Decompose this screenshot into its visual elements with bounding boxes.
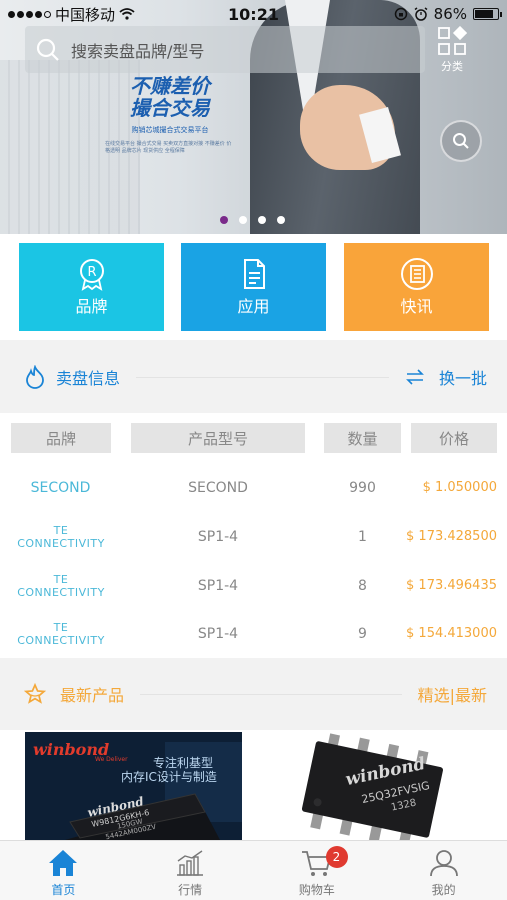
nav-home-label: 首页 [51,883,76,897]
tile-news-label: 快讯 [400,297,433,316]
column-header-brand: 品牌 [11,423,111,453]
carousel-dots [220,216,285,224]
nav-home[interactable]: 首页 [0,841,127,900]
new-products-title: 最新产品 [60,686,125,705]
alarm-icon [414,7,428,21]
table-row[interactable]: TE CONNECTIVITY SP1-4 9 $ 154.413000 [0,609,507,658]
search-placeholder: 搜索卖盘品牌/型号 [71,41,205,61]
r-badge-icon: R [79,259,104,291]
nav-me-label: 我的 [431,883,456,897]
nav-me[interactable]: 我的 [380,841,507,900]
product-card[interactable]: winbond 25Q32FVSIG 1328 [267,732,484,840]
featured-latest-links[interactable]: 精选|最新 [418,682,487,706]
category-button[interactable]: 分类 [432,26,472,76]
cell-brand: TE CONNECTIVITY [17,572,105,599]
chart-icon [177,850,204,876]
carousel-dot[interactable] [277,216,285,224]
product-image [301,733,443,840]
divider [136,376,389,378]
tile-brand[interactable]: R 品牌 [19,243,164,331]
search-input[interactable]: 搜索卖盘品牌/型号 [25,26,425,73]
cell-model: SP1-4 [197,577,239,594]
new-products-header: 最新产品 精选|最新 [0,658,507,730]
banner-description: 在线交易平台 撮合式交易 买卖双方直接对接 不赚差价 价格透明 品牌芯片 现货供… [105,141,232,154]
new-products-list: winbond We Deliver 专注利基型 内存IC设计与制造 winbo… [0,730,507,840]
cart-badge: 2 [325,846,348,868]
battery-percent: 86% [433,5,467,23]
flame-icon [26,365,44,389]
category-grid-icon [438,26,467,55]
tile-application-label: 应用 [237,297,270,316]
bottom-nav: 首页 行情 2 购物车 我的 [0,840,507,900]
sale-info-header: 卖盘信息 换一批 [0,341,507,413]
tile-application[interactable]: 应用 [181,243,326,331]
nav-market-label: 行情 [178,883,203,897]
product-slogan-line2: 内存IC设计与制造 [121,770,217,784]
product-card[interactable]: winbond We Deliver 专注利基型 内存IC设计与制造 winbo… [25,732,242,840]
cell-qty: 9 [358,625,367,642]
cell-brand: TE CONNECTIVITY [17,620,105,647]
cell-price: $ 173.428500 [406,529,497,544]
table-row[interactable]: TE CONNECTIVITY SP1-4 8 $ 173.496435 [0,561,507,610]
orientation-lock-icon [394,7,407,21]
cell-price: $ 1.050000 [422,480,497,495]
cell-brand: SECOND [30,479,91,496]
carousel-dot[interactable] [220,216,228,224]
cell-model: SECOND [188,479,248,496]
svg-text:R: R [87,265,96,280]
cell-model: SP1-4 [197,528,239,545]
swap-icon [406,369,424,385]
cell-brand: TE CONNECTIVITY [17,523,105,550]
banner-title-line1: 不赚差价 [130,74,210,98]
carrier-name: 中国移动 [55,5,116,24]
battery-icon [473,8,502,20]
document-icon [243,259,265,289]
column-header-qty: 数量 [324,423,401,453]
tile-brand-label: 品牌 [75,297,108,316]
column-header-model: 产品型号 [131,423,305,453]
table-row[interactable]: TE CONNECTIVITY SP1-4 1 $ 173.428500 [0,512,507,561]
banner-title-line2: 撮合交易 [130,96,210,120]
signal-strength-icon [8,10,51,18]
banner-subtitle: 购销芯城撮合式交易平台 [131,126,209,134]
cell-price: $ 154.413000 [406,626,497,641]
cell-qty: 1 [358,528,367,545]
nav-market[interactable]: 行情 [127,841,254,900]
nav-cart-label: 购物车 [298,883,335,897]
news-icon [400,258,433,290]
zoom-search-button[interactable] [440,120,482,162]
sale-info-title: 卖盘信息 [56,369,121,388]
quick-entry-tiles: R 品牌 应用 快讯 [0,234,507,340]
cell-qty: 8 [358,577,367,594]
user-icon [429,850,458,877]
status-time: 10:21 [228,4,279,24]
tile-news[interactable]: 快讯 [344,243,489,331]
divider [140,693,402,695]
wifi-icon [119,8,135,20]
search-icon [453,133,469,149]
banner-slogan: 不赚差价 撮合交易 购销芯城撮合式交易平台 在线交易平台 撮合式交易 买卖双方直… [105,75,235,155]
refresh-button[interactable]: 换一批 [405,365,487,389]
category-label: 分类 [441,60,463,73]
table-row[interactable]: SECOND SECOND 990 $ 1.050000 [0,463,507,512]
cell-model: SP1-4 [197,625,239,642]
sale-table: 品牌 产品型号 数量 价格 SECOND SECOND 990 $ 1.0500… [0,413,507,658]
cell-qty: 990 [349,479,376,496]
product-tagline: We Deliver [95,756,128,763]
star-icon [24,683,46,704]
search-icon [36,38,59,61]
nav-cart[interactable]: 2 购物车 [254,841,381,900]
carousel-dot[interactable] [239,216,247,224]
cell-price: $ 173.496435 [406,578,497,593]
column-header-price: 价格 [411,423,497,453]
carousel-dot[interactable] [258,216,266,224]
home-icon [49,850,78,876]
refresh-label: 换一批 [438,369,487,388]
status-bar: 中国移动 10:21 86% [0,0,507,28]
